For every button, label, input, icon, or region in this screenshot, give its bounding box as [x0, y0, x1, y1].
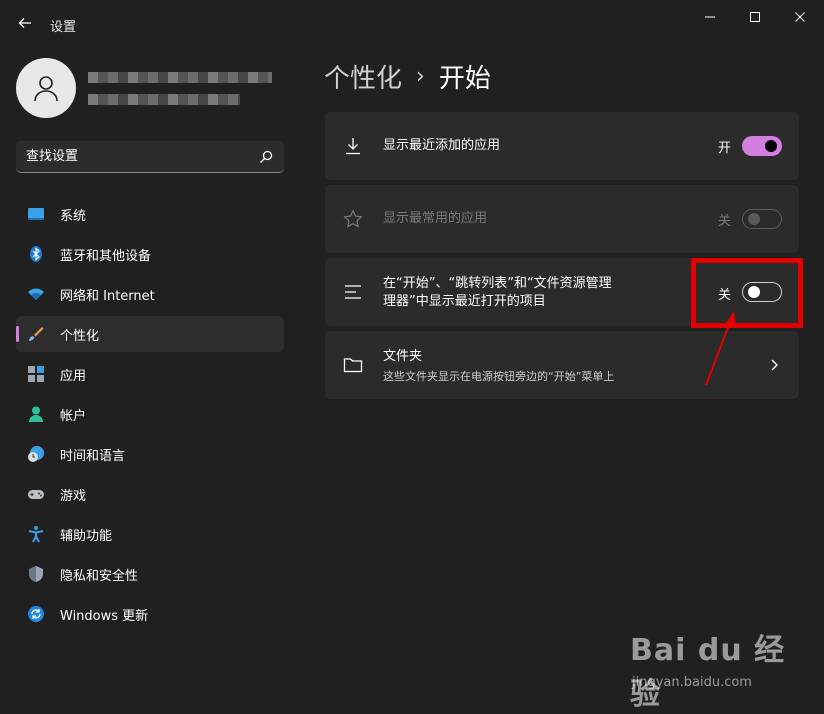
brush-icon	[27, 325, 45, 343]
breadcrumb-separator: ›	[416, 63, 425, 89]
setting-title: 显示最近添加的应用	[383, 138, 501, 153]
sidebar-item-gaming[interactable]: 游戏	[16, 476, 284, 512]
sidebar-item-label: 网络和 Internet	[60, 288, 155, 304]
sidebar-nav: 系统 蓝牙和其他设备 网络和 Internet 个性化 应用 帐户 时间和语言 …	[16, 196, 284, 636]
setting-show-most-used-apps: 显示最常用的应用 关	[325, 185, 799, 253]
person-icon	[27, 405, 45, 423]
recent-apps-toggle[interactable]	[742, 136, 782, 156]
setting-title: 文件夹	[383, 349, 423, 364]
sidebar-item-accessibility[interactable]: 辅助功能	[16, 516, 284, 552]
breadcrumb: 个性化 › 开始	[324, 56, 491, 96]
system-display-icon	[27, 205, 45, 223]
sidebar-item-label: 应用	[60, 368, 87, 384]
close-button[interactable]	[780, 4, 820, 30]
back-button[interactable]	[14, 12, 36, 34]
setting-title: 显示最常用的应用	[383, 211, 488, 226]
maximize-button[interactable]	[735, 4, 775, 30]
star-icon	[342, 208, 364, 230]
search-box	[16, 141, 284, 173]
breadcrumb-parent[interactable]: 个性化	[324, 58, 402, 95]
setting-title-line1: 在“开始”、“跳转列表”和“文件资源管理	[383, 276, 612, 291]
shield-icon	[27, 565, 45, 583]
toggle-state-label: 开	[717, 141, 731, 156]
sidebar-item-privacy[interactable]: 隐私和安全性	[16, 556, 284, 592]
sidebar-item-personalization[interactable]: 个性化	[16, 316, 284, 352]
minimize-button[interactable]	[690, 4, 730, 30]
title-bar: 设置	[0, 0, 824, 46]
window-title: 设置	[50, 20, 77, 35]
chevron-right-icon	[767, 357, 781, 371]
setting-title-line2: 理器”中显示最近打开的项目	[383, 294, 546, 309]
person-icon	[34, 76, 58, 102]
list-lines-icon	[342, 281, 364, 303]
gamepad-icon	[27, 485, 45, 503]
sidebar-item-label: 系统	[60, 208, 87, 224]
page-title: 开始	[438, 63, 491, 94]
user-profile	[16, 56, 286, 122]
setting-show-recent-apps: 显示最近添加的应用 开	[325, 112, 799, 180]
watermark-url: jingyan.baidu.com	[632, 675, 752, 690]
sidebar-item-windows-update[interactable]: Windows 更新	[16, 596, 284, 632]
maximize-icon	[750, 12, 760, 22]
sidebar-item-label: Windows 更新	[60, 608, 149, 624]
accessibility-icon	[27, 525, 45, 543]
toggle-knob	[748, 213, 760, 225]
minimize-icon	[705, 16, 715, 18]
blurred-email	[88, 94, 240, 105]
sidebar-item-apps[interactable]: 应用	[16, 356, 284, 392]
sidebar-item-network[interactable]: 网络和 Internet	[16, 276, 284, 312]
most-used-toggle[interactable]	[742, 209, 782, 229]
sidebar-item-label: 游戏	[60, 488, 87, 504]
close-icon	[795, 12, 805, 22]
annotation-arrow	[705, 311, 736, 386]
search-icon[interactable]	[258, 149, 274, 165]
sidebar-item-label: 个性化	[60, 328, 100, 344]
wifi-icon	[27, 285, 45, 303]
sidebar-item-label: 时间和语言	[60, 448, 126, 464]
sidebar-item-label: 隐私和安全性	[60, 568, 139, 584]
blurred-username	[88, 72, 272, 83]
avatar[interactable]	[16, 58, 76, 118]
sidebar-item-time-language[interactable]: 时间和语言	[16, 436, 284, 472]
sidebar-item-system[interactable]: 系统	[16, 196, 284, 232]
watermark: Bai du 经验 jingyan.baidu.com	[630, 625, 810, 712]
folder-icon	[342, 354, 364, 376]
toggle-state-label: 关	[717, 214, 731, 229]
search-input[interactable]	[16, 141, 256, 172]
watermark-logo: Bai du 经验	[630, 633, 786, 712]
setting-subtitle: 这些文件夹显示在电源按钮旁边的“开始”菜单上	[383, 370, 615, 383]
bluetooth-icon	[27, 245, 45, 263]
sidebar-item-label: 帐户	[60, 408, 87, 424]
download-icon	[342, 135, 364, 157]
sidebar-item-label: 蓝牙和其他设备	[60, 248, 152, 264]
toggle-knob	[765, 140, 777, 152]
sidebar-item-bluetooth[interactable]: 蓝牙和其他设备	[16, 236, 284, 272]
update-icon	[27, 605, 45, 623]
sidebar-item-accounts[interactable]: 帐户	[16, 396, 284, 432]
globe-clock-icon	[27, 445, 45, 463]
sidebar-item-label: 辅助功能	[60, 528, 113, 544]
apps-icon	[27, 365, 45, 383]
back-arrow-icon	[18, 18, 31, 28]
